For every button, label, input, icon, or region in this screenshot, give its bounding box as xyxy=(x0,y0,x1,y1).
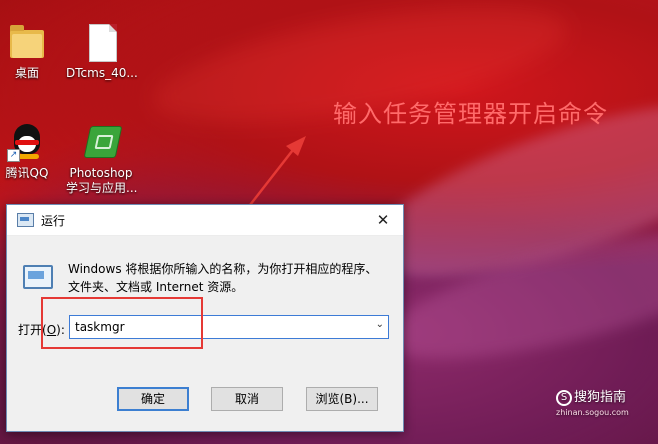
run-dialog: 运行 ✕ Windows 将根据你所输入的名称，为你打开相应的程序、文件夹、文档… xyxy=(6,204,404,432)
ok-button[interactable]: 确定 xyxy=(117,387,189,411)
desktop-icon-label: 桌面 xyxy=(14,66,39,80)
cancel-button[interactable]: 取消 xyxy=(211,387,283,411)
run-title-icon xyxy=(17,213,34,227)
run-app-icon xyxy=(21,261,53,289)
folder-icon xyxy=(7,22,47,62)
close-button[interactable]: ✕ xyxy=(363,205,403,235)
desktop-icon-label: DTcms_40... xyxy=(66,66,138,80)
desktop-icon-desktop-folder[interactable]: 桌面 xyxy=(0,22,62,81)
book-icon xyxy=(81,122,123,162)
desktop-icon-photoshop-book[interactable]: Photoshop 学习与应用... xyxy=(66,122,138,196)
watermark: S 搜狗指南 zhinan.sogou.com xyxy=(556,386,629,417)
open-label: 打开(O): xyxy=(18,323,65,337)
desktop-icon-label-line2: 学习与应用... xyxy=(66,181,138,195)
dialog-description: Windows 将根据你所输入的名称，为你打开相应的程序、文件夹、文档或 Int… xyxy=(68,262,378,294)
open-input[interactable]: taskmgr xyxy=(75,320,125,334)
desktop-icon-qq[interactable]: ↗ 腾讯QQ xyxy=(0,122,62,181)
annotation-text: 输入任务管理器开启命令 xyxy=(333,100,608,128)
dialog-title: 运行 xyxy=(41,213,66,228)
file-icon xyxy=(81,22,121,62)
shortcut-arrow-icon: ↗ xyxy=(7,149,20,162)
sogou-logo-icon: S xyxy=(556,389,572,406)
desktop-icon-label: 腾讯QQ xyxy=(5,166,49,180)
watermark-url: zhinan.sogou.com xyxy=(556,408,629,417)
watermark-text: 搜狗指南 xyxy=(574,390,627,405)
browse-button[interactable]: 浏览(B)... xyxy=(306,387,378,411)
wallpaper-streak xyxy=(374,205,658,385)
chevron-down-icon[interactable]: ⌄ xyxy=(376,319,384,330)
desktop-icon-label: Photoshop xyxy=(69,166,133,180)
dialog-titlebar[interactable]: 运行 ✕ xyxy=(7,205,403,236)
qq-icon: ↗ xyxy=(7,122,47,162)
desktop-icon-dtcms[interactable]: DTcms_40... xyxy=(66,22,138,81)
open-combobox[interactable]: taskmgr ⌄ xyxy=(69,315,389,339)
